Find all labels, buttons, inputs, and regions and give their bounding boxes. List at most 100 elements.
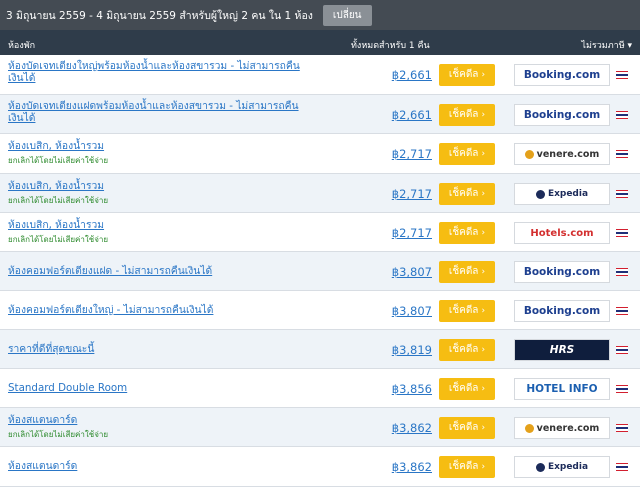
change-button[interactable]: เปลี่ยน	[322, 4, 372, 26]
price-link[interactable]: ฿2,717	[376, 187, 432, 201]
chevron-right-icon: ›	[481, 306, 486, 316]
thailand-flag-icon	[616, 346, 628, 354]
thailand-flag-icon	[616, 463, 628, 471]
table-row: ห้องสแตนดาร์ด ฿3,862 เช็คดีล › Expedia	[0, 447, 640, 487]
venere-icon	[524, 149, 534, 159]
view-deal-label: เช็คดีล	[448, 461, 479, 472]
price-link[interactable]: ฿2,661	[376, 68, 432, 82]
table-row: ราคาที่ดีที่สุดขณะนี้ ฿3,819 เช็คดีล › HRS	[0, 330, 640, 369]
provider-name: Booking.com	[523, 305, 601, 317]
provider-name: Hotels.com	[530, 227, 594, 239]
table-row: ห้องคอมฟอร์ตเตียงใหญ่ - ไม่สามารถคืนเงิน…	[0, 291, 640, 330]
stay-summary-text: 3 มิถุนายน 2559 - 4 มิถุนายน 2559 สำหรับ…	[6, 9, 313, 22]
provider-logo[interactable]: Hotels.com	[514, 222, 610, 244]
provider-logo[interactable]: HRS	[514, 339, 610, 361]
provider-logo[interactable]: Expedia	[514, 183, 610, 205]
provider-logo[interactable]: venere.com	[514, 417, 610, 439]
provider-name: HRS	[549, 344, 575, 356]
room-name-link[interactable]: Standard Double Room	[8, 382, 308, 394]
thailand-flag-icon	[616, 307, 628, 315]
price-link[interactable]: ฿3,807	[376, 304, 432, 318]
view-deal-button[interactable]: เช็คดีล ›	[439, 417, 495, 439]
view-deal-button[interactable]: เช็คดีล ›	[439, 183, 495, 205]
view-deal-button[interactable]: เช็คดีล ›	[439, 378, 495, 400]
stay-summary-bar: 3 มิถุนายน 2559 - 4 มิถุนายน 2559 สำหรับ…	[0, 0, 640, 30]
view-deal-label: เช็คดีล	[448, 266, 479, 277]
view-deal-label: เช็คดีล	[448, 227, 479, 238]
view-deal-label: เช็คดีล	[448, 344, 479, 355]
price-link[interactable]: ฿2,661	[376, 108, 432, 122]
view-deal-button[interactable]: เช็คดีล ›	[439, 456, 495, 478]
room-name-link[interactable]: ห้องคอมฟอร์ตเตียงแฝด - ไม่สามารถคืนเงินไ…	[8, 265, 308, 277]
chevron-right-icon: ›	[481, 267, 486, 277]
thailand-flag-icon	[616, 190, 628, 198]
view-deal-label: เช็คดีล	[448, 383, 479, 394]
provider-logo[interactable]: Booking.com	[514, 300, 610, 322]
provider-name: Booking.com	[523, 69, 601, 81]
provider-logo[interactable]: venere.com	[514, 143, 610, 165]
free-cancellation-note: ยกเลิกได้โดยไม่เสียค่าใช้จ่าย	[8, 235, 109, 244]
chevron-right-icon: ›	[481, 110, 486, 120]
view-deal-label: เช็คดีล	[448, 305, 479, 316]
table-row: ห้องเบสิก, ห้องน้ำรวมยกเลิกได้โดยไม่เสีย…	[0, 213, 640, 252]
price-link[interactable]: ฿3,819	[376, 343, 432, 357]
room-column-header: ห้องพัก	[8, 41, 36, 51]
price-link[interactable]: ฿2,717	[376, 147, 432, 161]
provider-logo[interactable]: Booking.com	[514, 104, 610, 126]
total-column-header: ทั้งหมดสำหรับ 1 คืน	[351, 41, 430, 51]
thailand-flag-icon	[616, 150, 628, 158]
room-name-link[interactable]: ห้องสแตนดาร์ด	[8, 414, 308, 426]
provider-name: Expedia	[547, 189, 589, 199]
view-deal-label: เช็คดีล	[448, 69, 479, 80]
view-deal-button[interactable]: เช็คดีล ›	[439, 143, 495, 165]
table-row: Standard Double Room ฿3,856 เช็คดีล › HOTEL …	[0, 369, 640, 408]
provider-name: venere.com	[536, 148, 600, 160]
thailand-flag-icon	[616, 71, 628, 79]
table-row: ห้องคอมฟอร์ตเตียงแฝด - ไม่สามารถคืนเงินไ…	[0, 252, 640, 291]
provider-logo[interactable]: HOTEL INFO	[514, 378, 610, 400]
provider-name: HOTEL INFO	[526, 383, 598, 395]
view-deal-label: เช็คดีล	[448, 422, 479, 433]
free-cancellation-note: ยกเลิกได้โดยไม่เสียค่าใช้จ่าย	[8, 196, 109, 205]
venere-icon	[524, 423, 534, 433]
room-name-link[interactable]: ห้องเบสิก, ห้องน้ำรวม	[8, 219, 308, 231]
chevron-right-icon: ›	[481, 149, 486, 159]
table-row: ห้องบัดเจทเตียงแฝดพร้อมห้องน้ำและห้องสขา…	[0, 95, 640, 134]
provider-name: venere.com	[536, 422, 600, 434]
provider-logo[interactable]: Booking.com	[514, 261, 610, 283]
view-deal-button[interactable]: เช็คดีล ›	[439, 339, 495, 361]
view-deal-button[interactable]: เช็คดีล ›	[439, 261, 495, 283]
chevron-right-icon: ›	[481, 345, 486, 355]
table-header: ห้องพัก ทั้งหมดสำหรับ 1 คืน ไม่รวมภาษี ▾	[0, 30, 640, 55]
chevron-right-icon: ›	[481, 423, 486, 433]
provider-name: Expedia	[547, 462, 589, 472]
price-link[interactable]: ฿2,717	[376, 226, 432, 240]
room-name-link[interactable]: ราคาที่ดีที่สุดขณะนี้	[8, 343, 308, 355]
view-deal-button[interactable]: เช็คดีล ›	[439, 64, 495, 86]
room-name-link[interactable]: ห้องบัดเจทเตียงใหญ่พร้อมห้องน้ำและห้องสข…	[8, 60, 308, 84]
room-name-link[interactable]: ห้องเบสิก, ห้องน้ำรวม	[8, 140, 308, 152]
view-deal-label: เช็คดีล	[448, 188, 479, 199]
provider-logo[interactable]: Expedia	[514, 456, 610, 478]
chevron-right-icon: ›	[481, 70, 486, 80]
chevron-right-icon: ›	[481, 384, 486, 394]
table-row: ห้องเบสิก, ห้องน้ำรวมยกเลิกได้โดยไม่เสีย…	[0, 174, 640, 213]
table-row: ห้องเบสิก, ห้องน้ำรวม ยกเลิกได้โดยไม่เสีย…	[0, 134, 640, 174]
table-row: ห้องสแตนดาร์ด ยกเลิกได้โดยไม่เสียค่าใช้จ่…	[0, 408, 640, 447]
price-link[interactable]: ฿3,807	[376, 265, 432, 279]
view-deal-label: เช็คดีล	[448, 109, 479, 120]
provider-logo[interactable]: Booking.com	[514, 64, 610, 86]
tax-dropdown[interactable]: ไม่รวมภาษี ▾	[581, 38, 632, 52]
room-name-link[interactable]: ห้องสแตนดาร์ด	[8, 460, 308, 472]
expedia-globe-icon	[535, 189, 545, 199]
price-link[interactable]: ฿3,862	[376, 460, 432, 474]
price-link[interactable]: ฿3,856	[376, 382, 432, 396]
view-deal-button[interactable]: เช็คดีล ›	[439, 300, 495, 322]
view-deal-button[interactable]: เช็คดีล ›	[439, 222, 495, 244]
room-name-link[interactable]: ห้องบัดเจทเตียงแฝดพร้อมห้องน้ำและห้องสขา…	[8, 100, 308, 124]
room-name-link[interactable]: ห้องคอมฟอร์ตเตียงใหญ่ - ไม่สามารถคืนเงิน…	[8, 304, 308, 316]
room-name-link[interactable]: ห้องเบสิก, ห้องน้ำรวม	[8, 180, 308, 192]
provider-name: Booking.com	[523, 266, 601, 278]
view-deal-button[interactable]: เช็คดีล ›	[439, 104, 495, 126]
price-link[interactable]: ฿3,862	[376, 421, 432, 435]
